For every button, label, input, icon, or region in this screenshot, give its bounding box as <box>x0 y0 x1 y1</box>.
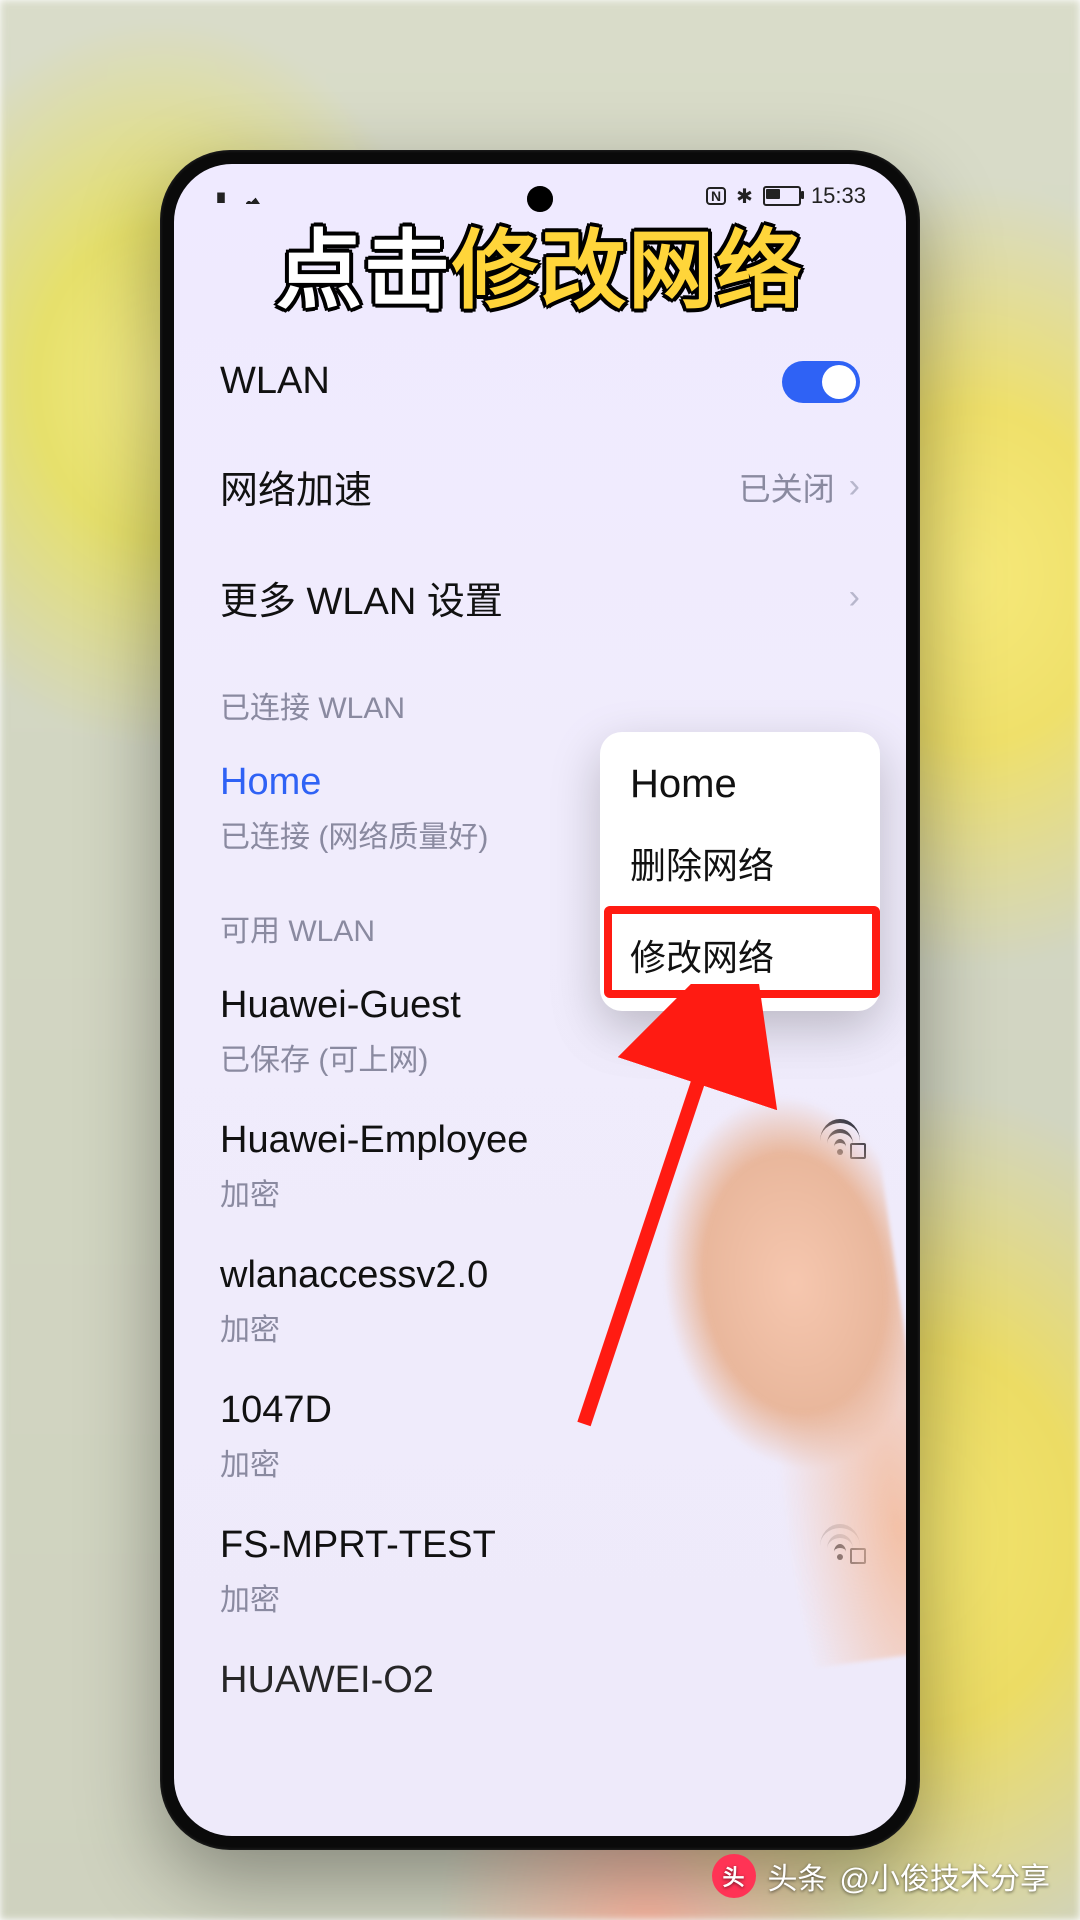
modify-network-button[interactable]: 修改网络 <box>600 909 880 1001</box>
wlan-toggle-row[interactable]: WLAN <box>204 332 876 431</box>
network-acceleration-label: 网络加速 <box>220 459 372 514</box>
network-name: FS-MPRT-TEST <box>220 1524 496 1567</box>
network-name: wlanaccessv2.0 <box>220 1254 488 1297</box>
network-context-menu: Home 删除网络 修改网络 <box>600 732 880 1011</box>
network-status: 加密 <box>220 1575 496 1619</box>
connected-network-name: Home <box>220 761 488 804</box>
wlan-toggle-switch[interactable] <box>782 361 860 403</box>
network-status: 加密 <box>220 1440 332 1484</box>
network-status: 加密 <box>220 1170 528 1214</box>
bluetooth-icon: ✱ <box>736 184 753 209</box>
toutiao-logo-icon: 头 <box>712 1854 756 1898</box>
network-status: 已保存 (可上网) <box>220 1035 461 1079</box>
popup-title: Home <box>600 742 880 817</box>
more-wlan-settings-row[interactable]: 更多 WLAN 设置 › <box>204 542 876 653</box>
phone-screen: ∎ N ✱ 15:33 点击修改网络 WLAN 网络加速 已关闭 <box>174 164 906 1836</box>
network-acceleration-row[interactable]: 网络加速 已关闭 › <box>204 431 876 542</box>
network-name: Huawei-Employee <box>220 1119 528 1162</box>
watermark: 头 头条 @小俊技术分享 <box>712 1854 1050 1898</box>
wlan-label: WLAN <box>220 360 330 403</box>
overlay-text-1: 点击 <box>276 223 452 319</box>
wifi-status-icon <box>238 188 260 204</box>
overlay-text-2: 修改网络 <box>452 223 804 319</box>
chevron-right-icon: › <box>849 578 860 617</box>
more-wlan-settings-label: 更多 WLAN 设置 <box>220 570 503 625</box>
nfc-icon: N <box>706 187 726 205</box>
front-camera-cutout <box>527 186 553 212</box>
watermark-author: @小俊技术分享 <box>840 1854 1050 1898</box>
clock: 15:33 <box>811 183 866 209</box>
network-name: 1047D <box>220 1389 332 1432</box>
network-name: HUAWEI-O2 <box>220 1659 434 1702</box>
network-status: 加密 <box>220 1305 488 1349</box>
battery-icon <box>763 186 801 206</box>
watermark-prefix: 头条 <box>768 1854 828 1898</box>
connected-section-header: 已连接 WLAN <box>204 653 876 741</box>
network-name: Huawei-Guest <box>220 984 461 1027</box>
sim-icon: ∎ <box>214 183 228 209</box>
phone-frame: ∎ N ✱ 15:33 点击修改网络 WLAN 网络加速 已关闭 <box>160 150 920 1850</box>
network-acceleration-value: 已关闭 <box>739 464 835 510</box>
delete-network-button[interactable]: 删除网络 <box>600 817 880 909</box>
connected-network-status: 已连接 (网络质量好) <box>220 812 488 856</box>
instruction-overlay: 点击修改网络 <box>174 228 906 314</box>
chevron-right-icon: › <box>849 467 860 506</box>
